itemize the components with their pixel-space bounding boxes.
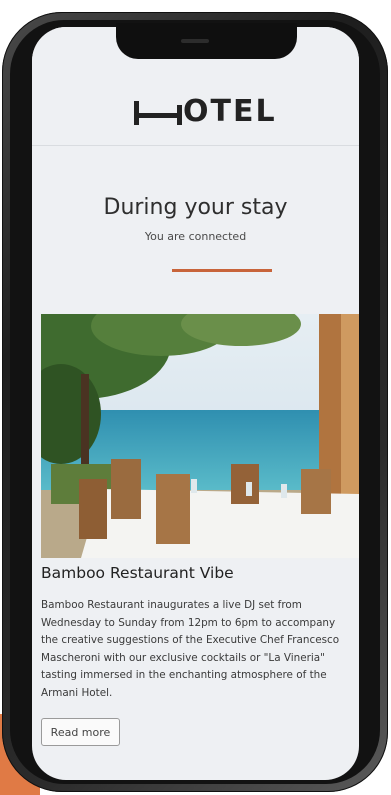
restaurant-photo bbox=[41, 314, 359, 558]
page-title: During your stay bbox=[103, 195, 288, 220]
app-screen: OTEL During your stay You are connected bbox=[32, 27, 359, 780]
connection-status: You are connected bbox=[144, 230, 247, 243]
read-more-button[interactable]: Read more bbox=[41, 718, 120, 746]
bed-logo-icon bbox=[134, 101, 182, 125]
logo-text: OTEL bbox=[183, 94, 277, 129]
speaker-grille bbox=[181, 39, 209, 43]
article-title[interactable]: Bamboo Restaurant Vibe bbox=[41, 564, 234, 582]
accent-divider bbox=[172, 269, 272, 272]
article-body: Bamboo Restaurant inaugurates a live DJ … bbox=[41, 599, 340, 699]
hotel-logo[interactable]: OTEL bbox=[132, 95, 302, 129]
